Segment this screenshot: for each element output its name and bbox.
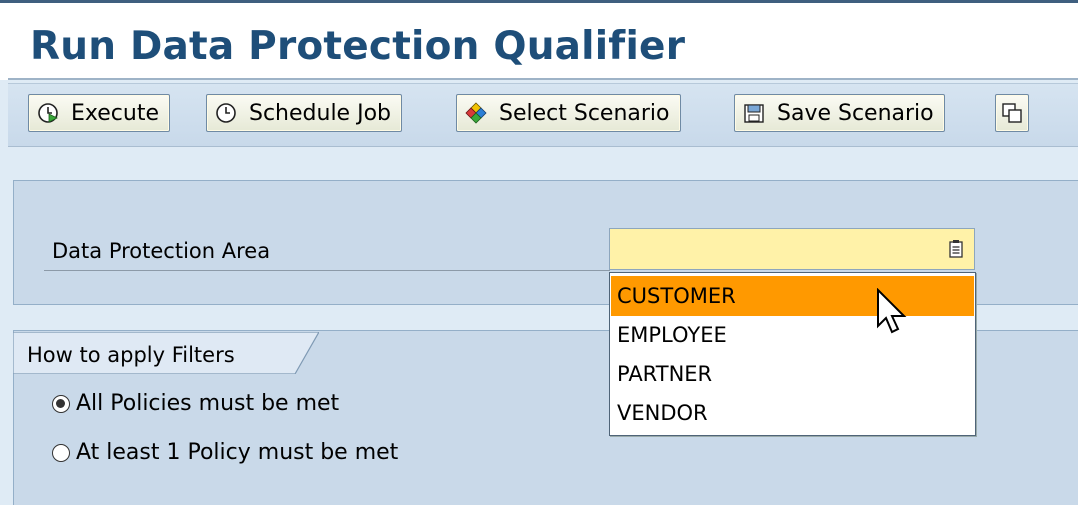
copy-icon (1001, 102, 1023, 124)
data-protection-area-label: Data Protection Area (52, 239, 271, 263)
schedule-job-button[interactable]: Schedule Job (206, 94, 403, 132)
data-protection-area-dropdown[interactable] (609, 228, 975, 270)
more-button[interactable] (995, 94, 1029, 132)
save-scenario-label: Save Scenario (777, 100, 934, 126)
save-scenario-button[interactable]: Save Scenario (734, 94, 945, 132)
dropdown-option-vendor[interactable]: VENDOR (611, 393, 974, 433)
title-divider (8, 78, 1078, 80)
select-scenario-icon (465, 102, 487, 124)
page-title: Run Data Protection Qualifier (30, 24, 686, 69)
schedule-job-label: Schedule Job (249, 100, 392, 126)
radio-button[interactable] (52, 443, 70, 462)
execute-button[interactable]: Execute (28, 94, 170, 132)
dropdown-list: CUSTOMER EMPLOYEE PARTNER VENDOR (609, 272, 976, 436)
value-help-icon[interactable] (948, 239, 964, 259)
execute-icon (37, 102, 59, 124)
filter-group-title: How to apply Filters (27, 343, 235, 367)
dropdown-option-employee[interactable]: EMPLOYEE (611, 315, 974, 355)
radio-all-policies-label: All Policies must be met (76, 391, 340, 416)
radio-at-least-one-policy[interactable]: At least 1 Policy must be met (52, 440, 398, 465)
execute-label: Execute (71, 100, 159, 126)
select-scenario-label: Select Scenario (499, 100, 670, 126)
radio-at-least-one-label: At least 1 Policy must be met (76, 440, 399, 465)
save-scenario-icon (743, 102, 765, 124)
clock-icon (215, 102, 237, 124)
dropdown-option-partner[interactable]: PARTNER (611, 354, 974, 394)
dropdown-option-customer[interactable]: CUSTOMER (611, 276, 974, 316)
mouse-cursor-icon (877, 288, 907, 334)
field-underline (44, 270, 610, 271)
radio-all-policies[interactable]: All Policies must be met (52, 391, 339, 416)
radio-button-selected[interactable] (52, 394, 70, 413)
application-toolbar: Execute Schedule Job Select Scenario Sav… (8, 83, 1078, 147)
select-scenario-button[interactable]: Select Scenario (456, 94, 681, 132)
